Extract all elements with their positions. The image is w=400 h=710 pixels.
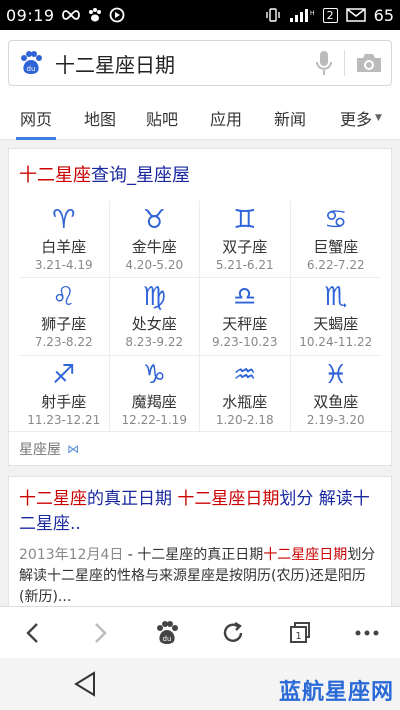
result-title[interactable]: 十二星座查询_星座屋 [9,149,391,193]
zodiac-cell-aries[interactable]: ♈ 白羊座 3.21-4.19 [19,201,110,279]
tab-apps[interactable]: 应用 [210,96,242,140]
zodiac-cell-gemini[interactable]: ♊ 双子座 5.21-6.21 [200,201,291,279]
zodiac-cell-sagittarius[interactable]: ♐ 射手座 11.23-12.21 [19,355,110,433]
microphone-icon[interactable] [314,49,334,77]
zodiac-dates: 5.21-6.21 [215,258,274,273]
baidu-paw-icon[interactable]: du [17,49,45,77]
zodiac-name: 双鱼座 [313,393,359,412]
zodiac-grid: ♈ 白羊座 3.21-4.19 ♉ 金牛座 4.20-5.20 ♊ 双子座 5.21-6.2… [19,201,381,433]
zodiac-dates: 9.23-10.23 [212,335,278,350]
refresh-icon[interactable] [208,611,258,655]
result-card-article: 十二星座的真正日期 十二星座日期划分 解读十二星座.. 2013年12月4日 -… [8,476,392,616]
capricorn-icon: ♑ [142,360,166,391]
zodiac-dates: 6.22-7.22 [306,258,365,273]
zodiac-dates: 8.23-9.22 [125,335,184,350]
result-abstract: 2013年12月4日 - 十二星座的真正日期十二星座日期划分解读十二星座的性格与… [19,547,376,605]
clock: 09:19 [6,5,55,25]
aquarius-icon: ♒ [233,360,257,391]
result-card-zodiac: 十二星座查询_星座屋 ♈ 白羊座 3.21-4.19 ♉ 金牛座 4.20-5.20 ♊… [8,148,392,466]
libra-icon: ♎ [233,282,257,313]
status-bar: 09:19 H 2 65 [0,0,400,30]
zodiac-dates: 2.19-3.20 [306,413,365,428]
pisces-icon: ♓ [324,360,348,391]
vibrate-icon [265,7,281,23]
sim-badge: 2 [322,7,338,23]
svg-text:du: du [162,635,171,643]
zodiac-name: 射手座 [41,393,87,412]
back-arrow-icon[interactable] [8,611,58,655]
zodiac-name: 处女座 [131,315,177,334]
zodiac-dates: 10.24-11.22 [299,335,373,350]
result-title-link[interactable]: 十二星座的真正日期 十二星座日期划分 解读十二星座.. [19,487,381,537]
tab-map[interactable]: 地图 [84,96,116,140]
zodiac-name: 狮子座 [41,315,87,334]
caret-down-icon: ▼ [375,112,382,123]
battery-level: 65 [373,5,394,25]
media-circle-icon [109,7,125,23]
search-tabs: 网页 地图 贴吧 应用 新闻 更多 ▼ [0,96,400,140]
search-input[interactable]: 十二星座日期 [55,49,314,78]
signal-icon: H [289,7,315,23]
zodiac-cell-scorpio[interactable]: ♏ 天蝎座 10.24-11.22 [290,278,381,356]
zodiac-name: 金牛座 [131,238,177,257]
cancer-icon: ♋ [324,205,348,236]
search-bar: du 十二星座日期 [0,30,400,96]
zodiac-cell-libra[interactable]: ♎ 天秤座 9.23-10.23 [200,278,291,356]
leo-icon: ♌ [52,282,76,313]
svg-text:H: H [310,10,315,17]
watermark: 蓝航星座网 [278,680,394,705]
zodiac-cell-aquarius[interactable]: ♒ 水瓶座 1.20-2.18 [200,355,291,433]
virgo-icon: ♍ [142,282,166,313]
zodiac-cell-leo[interactable]: ♌ 狮子座 7.23-8.22 [19,278,110,356]
browser-toolbar: du 1 [0,606,400,658]
tab-webpage[interactable]: 网页 [15,96,57,140]
zodiac-name: 天秤座 [222,315,268,334]
tabs-icon[interactable]: 1 [275,611,325,655]
zodiac-dates: 1.20-2.18 [215,413,274,428]
zodiac-dates: 11.23-12.21 [27,413,101,428]
zodiac-cell-taurus[interactable]: ♉ 金牛座 4.20-5.20 [109,201,200,279]
zodiac-name: 巨蟹座 [313,238,359,257]
zodiac-cell-virgo[interactable]: ♍ 处女座 8.23-9.22 [109,278,200,356]
zodiac-name: 魔羯座 [131,393,177,412]
gemini-icon: ♊ [233,205,257,236]
zodiac-name: 天蝎座 [313,315,359,334]
result-date: 2013年12月4日 [19,547,124,563]
forward-arrow-icon[interactable] [75,611,125,655]
zodiac-dates: 4.20-5.20 [125,258,184,273]
aries-icon: ♈ [52,205,76,236]
zodiac-cell-capricorn[interactable]: ♑ 魔羯座 12.22-1.19 [110,355,200,433]
camera-icon[interactable] [355,51,383,75]
sagittarius-icon: ♐ [52,360,76,391]
tab-tieba[interactable]: 贴吧 [146,96,178,140]
taurus-icon: ♉ [142,205,166,236]
infinity-icon [61,9,81,21]
system-nav-bar: 蓝航星座网 [0,658,400,710]
zodiac-name: 白羊座 [41,238,87,257]
zodiac-dates: 3.21-4.19 [34,258,93,273]
result-source[interactable]: 星座屋 ⋈ [9,431,391,465]
zodiac-name: 水瓶座 [222,393,268,412]
zodiac-dates: 12.22-1.19 [121,413,187,428]
zodiac-name: 双子座 [222,238,268,257]
tab-news[interactable]: 新闻 [274,96,306,140]
paw-icon [87,7,103,23]
tab-more[interactable]: 更多 ▼ [340,96,382,140]
menu-dots-icon[interactable] [342,611,392,655]
bow-icon: ⋈ [67,441,79,456]
svg-text:1: 1 [295,631,301,642]
scorpio-icon: ♏ [324,282,348,313]
divider [344,50,345,76]
mail-icon [345,8,366,22]
system-back-icon[interactable] [72,670,98,702]
search-box[interactable]: du 十二星座日期 [8,40,392,86]
svg-text:du: du [27,65,36,73]
baidu-home-icon[interactable]: du [142,611,192,655]
zodiac-dates: 7.23-8.22 [34,335,93,350]
zodiac-cell-pisces[interactable]: ♓ 双鱼座 2.19-3.20 [291,356,382,433]
source-label: 星座屋 [19,441,61,458]
zodiac-cell-cancer[interactable]: ♋ 巨蟹座 6.22-7.22 [290,201,381,279]
